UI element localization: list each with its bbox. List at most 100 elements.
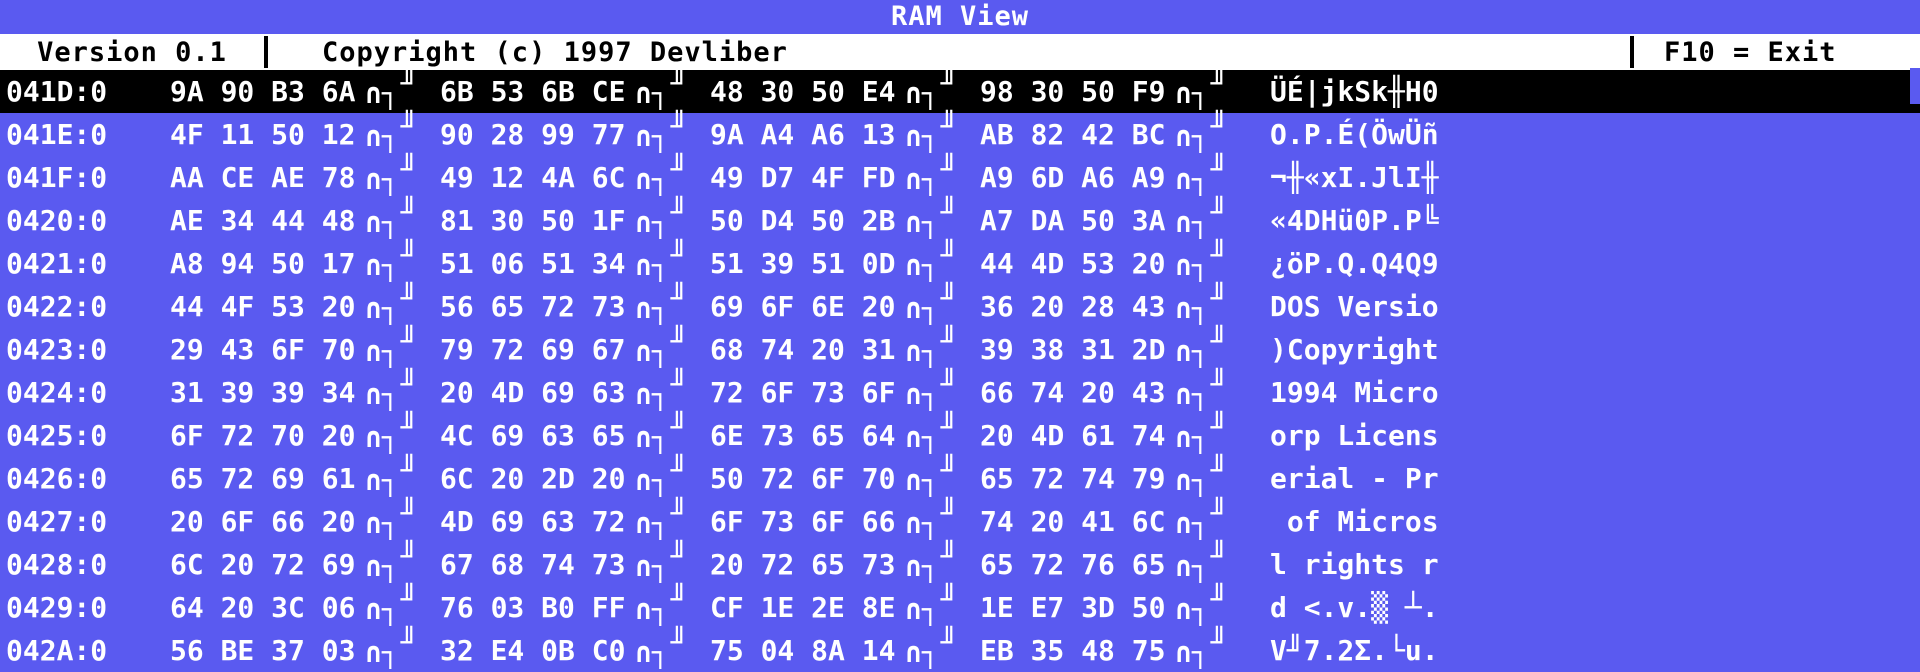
hex-byte-group[interactable]: 39 38 31 2D ∩┐╜ [980, 325, 1250, 371]
group-separator-glyph: ∩┐╜ [635, 282, 707, 328]
group-separator-glyph: ∩┐╜ [365, 282, 437, 328]
hex-byte-group[interactable]: 32 E4 0B C0 ∩┐╜ [440, 626, 710, 672]
separator-glyph-secondary: ╜ [1210, 540, 1228, 573]
hex-byte-group[interactable]: 20 4D 69 63 ∩┐╜ [440, 368, 710, 414]
hex-byte-group[interactable]: 81 30 50 1F ∩┐╜ [440, 196, 710, 242]
hex-byte-group[interactable]: 4F 11 50 12 ∩┐╜ [170, 110, 440, 156]
group-separator-glyph: ∩┐╜ [365, 110, 437, 156]
hex-byte-group[interactable]: 6C 20 72 69 ∩┐╜ [170, 540, 440, 586]
hex-byte-group[interactable]: 6C 20 2D 20 ∩┐╜ [440, 454, 710, 500]
hex-byte-group[interactable]: 31 39 39 34 ∩┐╜ [170, 368, 440, 414]
hex-byte-group[interactable]: 48 30 50 E4 ∩┐╜ [710, 67, 980, 113]
hex-byte-group[interactable]: 44 4D 53 20 ∩┐╜ [980, 239, 1250, 285]
hex-byte-group[interactable]: A7 DA 50 3A ∩┐╜ [980, 196, 1250, 242]
hex-dump-row[interactable]: 0421:0 A8 94 50 17 ∩┐╜ 51 06 51 34 ∩┐╜ 51 39 … [0, 239, 1920, 285]
hex-byte-group[interactable]: 36 20 28 43 ∩┐╜ [980, 282, 1250, 328]
hex-dump-row[interactable]: 042A:0 56 BE 37 03 ∩┐╜ 32 E4 0B C0 ∩┐╜ 75 04 … [0, 626, 1920, 672]
hex-bytes: 36 20 28 43 [980, 290, 1166, 323]
hex-byte-group[interactable]: 50 D4 50 2B ∩┐╜ [710, 196, 980, 242]
hex-byte-group[interactable]: 75 04 8A 14 ∩┐╜ [710, 626, 980, 672]
hex-bytes: 9A 90 B3 6A [170, 75, 356, 108]
group-separator-glyph: ∩┐╜ [1175, 583, 1247, 629]
separator-glyph-primary: ∩┐ [905, 421, 939, 454]
hex-byte-group[interactable]: 6F 72 70 20 ∩┐╜ [170, 411, 440, 457]
hex-bytes: A9 6D A6 A9 [980, 161, 1166, 194]
hex-byte-group[interactable]: 29 43 6F 70 ∩┐╜ [170, 325, 440, 371]
hex-byte-group[interactable]: 20 4D 61 74 ∩┐╜ [980, 411, 1250, 457]
hex-byte-group[interactable]: 98 30 50 F9 ∩┐╜ [980, 67, 1250, 113]
hex-byte-group[interactable]: 9A 90 B3 6A ∩┐╜ [170, 67, 440, 113]
hex-byte-group[interactable]: AE 34 44 48 ∩┐╜ [170, 196, 440, 242]
hex-byte-group[interactable]: 9A A4 A6 13 ∩┐╜ [710, 110, 980, 156]
separator-glyph-primary: ∩┐ [365, 507, 399, 540]
hex-byte-group[interactable]: 20 72 65 73 ∩┐╜ [710, 540, 980, 586]
hex-byte-group[interactable]: 49 12 4A 6C ∩┐╜ [440, 153, 710, 199]
hex-byte-group[interactable]: 74 20 41 6C ∩┐╜ [980, 497, 1250, 543]
hex-dump-row[interactable]: 0422:0 44 4F 53 20 ∩┐╜ 56 65 72 73 ∩┐╜ 69 6F … [0, 282, 1920, 328]
hex-dump-row[interactable]: 0427:0 20 6F 66 20 ∩┐╜ 4D 69 63 72 ∩┐╜ 6F 73 … [0, 497, 1920, 543]
separator-glyph-primary: ∩┐ [635, 550, 669, 583]
hex-dump-row[interactable]: 0425:0 6F 72 70 20 ∩┐╜ 4C 69 63 65 ∩┐╜ 6E 73 … [0, 411, 1920, 457]
hex-dump-row[interactable]: 0423:0 29 43 6F 70 ∩┐╜ 79 72 69 67 ∩┐╜ 68 74 … [0, 325, 1920, 371]
separator-glyph-secondary: ╜ [940, 239, 958, 272]
hex-byte-group[interactable]: 56 65 72 73 ∩┐╜ [440, 282, 710, 328]
hex-byte-group[interactable]: CF 1E 2E 8E ∩┐╜ [710, 583, 980, 629]
separator-glyph-primary: ∩┐ [365, 249, 399, 282]
ascii-column: DOS Versio [1270, 290, 1439, 323]
hex-byte-group[interactable]: 68 74 20 31 ∩┐╜ [710, 325, 980, 371]
group-separator-glyph: ∩┐╜ [905, 67, 977, 113]
hex-dump-row[interactable]: 0424:0 31 39 39 34 ∩┐╜ 20 4D 69 63 ∩┐╜ 72 6F … [0, 368, 1920, 414]
hex-byte-group[interactable]: 67 68 74 73 ∩┐╜ [440, 540, 710, 586]
hex-byte-group[interactable]: A9 6D A6 A9 ∩┐╜ [980, 153, 1250, 199]
exit-hint-label[interactable]: F10 = Exit [1634, 37, 1920, 68]
copyright-label: Copyright (c) 1997 Devliber [322, 36, 788, 68]
hex-byte-group[interactable]: A8 94 50 17 ∩┐╜ [170, 239, 440, 285]
hex-byte-group[interactable]: 44 4F 53 20 ∩┐╜ [170, 282, 440, 328]
hex-dump-area[interactable]: 041D:0 9A 90 B3 6A ∩┐╜ 6B 53 6B CE ∩┐╜ 48 30 … [0, 67, 1920, 672]
hex-byte-group[interactable]: 20 6F 66 20 ∩┐╜ [170, 497, 440, 543]
hex-byte-group[interactable]: 6E 73 65 64 ∩┐╜ [710, 411, 980, 457]
hex-bytes: 56 BE 37 03 [170, 634, 356, 667]
hex-byte-group[interactable]: 56 BE 37 03 ∩┐╜ [170, 626, 440, 672]
hex-byte-group[interactable]: 76 03 B0 FF ∩┐╜ [440, 583, 710, 629]
hex-byte-group[interactable]: 64 20 3C 06 ∩┐╜ [170, 583, 440, 629]
hex-byte-group[interactable]: 65 72 74 79 ∩┐╜ [980, 454, 1250, 500]
separator-glyph-secondary: ╜ [670, 368, 688, 401]
group-separator-glyph: ∩┐╜ [905, 325, 977, 371]
hex-byte-group[interactable]: 69 6F 6E 20 ∩┐╜ [710, 282, 980, 328]
hex-dump-row[interactable]: 041D:0 9A 90 B3 6A ∩┐╜ 6B 53 6B CE ∩┐╜ 48 30 … [0, 67, 1920, 113]
hex-byte-group[interactable]: 50 72 6F 70 ∩┐╜ [710, 454, 980, 500]
separator-glyph-secondary: ╜ [940, 583, 958, 616]
hex-byte-group[interactable]: 4C 69 63 65 ∩┐╜ [440, 411, 710, 457]
hex-byte-group[interactable]: 65 72 69 61 ∩┐╜ [170, 454, 440, 500]
group-separator-glyph: ∩┐╜ [905, 583, 977, 629]
separator-glyph-secondary: ╜ [1210, 497, 1228, 530]
hex-bytes: 6B 53 6B CE [440, 75, 626, 108]
hex-byte-group[interactable]: AB 82 42 BC ∩┐╜ [980, 110, 1250, 156]
hex-dump-row[interactable]: 0429:0 64 20 3C 06 ∩┐╜ 76 03 B0 FF ∩┐╜ CF 1E … [0, 583, 1920, 629]
hex-dump-row[interactable]: 0428:0 6C 20 72 69 ∩┐╜ 67 68 74 73 ∩┐╜ 20 72 … [0, 540, 1920, 586]
hex-byte-group[interactable]: EB 35 48 75 ∩┐╜ [980, 626, 1250, 672]
hex-dump-row[interactable]: 041F:0 AA CE AE 78 ∩┐╜ 49 12 4A 6C ∩┐╜ 49 D7 … [0, 153, 1920, 199]
hex-bytes: 20 72 65 73 [710, 548, 896, 581]
hex-byte-group[interactable]: 6F 73 6F 66 ∩┐╜ [710, 497, 980, 543]
ascii-column: 1994 Micro [1270, 376, 1439, 409]
hex-byte-group[interactable]: 79 72 69 67 ∩┐╜ [440, 325, 710, 371]
hex-byte-group[interactable]: 72 6F 73 6F ∩┐╜ [710, 368, 980, 414]
hex-byte-group[interactable]: 90 28 99 77 ∩┐╜ [440, 110, 710, 156]
hex-byte-group[interactable]: 51 06 51 34 ∩┐╜ [440, 239, 710, 285]
separator-glyph-primary: ∩┐ [1175, 206, 1209, 239]
hex-dump-row[interactable]: 041E:0 4F 11 50 12 ∩┐╜ 90 28 99 77 ∩┐╜ 9A A4 … [0, 110, 1920, 156]
hex-byte-group[interactable]: 66 74 20 43 ∩┐╜ [980, 368, 1250, 414]
hex-byte-group[interactable]: 1E E7 3D 50 ∩┐╜ [980, 583, 1250, 629]
group-separator-glyph: ∩┐╜ [905, 239, 977, 285]
hex-byte-group[interactable]: 6B 53 6B CE ∩┐╜ [440, 67, 710, 113]
hex-byte-group[interactable]: 49 D7 4F FD ∩┐╜ [710, 153, 980, 199]
hex-byte-group[interactable]: 4D 69 63 72 ∩┐╜ [440, 497, 710, 543]
hex-dump-row[interactable]: 0426:0 65 72 69 61 ∩┐╜ 6C 20 2D 20 ∩┐╜ 50 72 … [0, 454, 1920, 500]
hex-byte-group[interactable]: 51 39 51 0D ∩┐╜ [710, 239, 980, 285]
hex-byte-group[interactable]: 65 72 76 65 ∩┐╜ [980, 540, 1250, 586]
hex-bytes: 6C 20 2D 20 [440, 462, 626, 495]
hex-byte-group[interactable]: AA CE AE 78 ∩┐╜ [170, 153, 440, 199]
hex-dump-row[interactable]: 0420:0 AE 34 44 48 ∩┐╜ 81 30 50 1F ∩┐╜ 50 D4 … [0, 196, 1920, 242]
